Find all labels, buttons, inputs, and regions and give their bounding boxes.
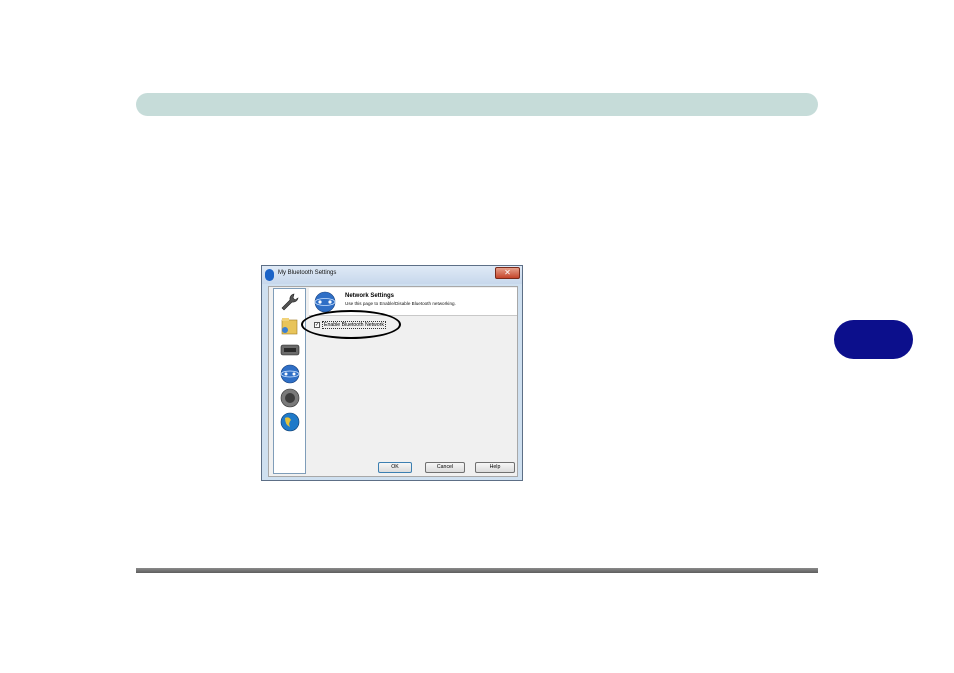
chapter-tab bbox=[834, 320, 913, 359]
bluetooth-settings-dialog: My Bluetooth Settings ✕ Network Settings… bbox=[261, 265, 523, 481]
close-button[interactable]: ✕ bbox=[495, 267, 520, 279]
dialog-title: My Bluetooth Settings bbox=[278, 270, 337, 276]
wrench-icon[interactable] bbox=[279, 292, 301, 312]
cancel-button[interactable]: Cancel bbox=[425, 462, 465, 473]
network-globe-icon[interactable] bbox=[279, 364, 301, 384]
ok-button[interactable]: OK bbox=[378, 462, 412, 473]
page-header-bar bbox=[136, 93, 818, 116]
panel-title: Network Settings bbox=[345, 293, 395, 299]
speaker-icon[interactable] bbox=[279, 388, 301, 408]
page-footer-rule bbox=[136, 568, 818, 573]
bluetooth-icon bbox=[265, 269, 274, 281]
dialog-titlebar: My Bluetooth Settings ✕ bbox=[262, 266, 522, 284]
panel-description: Use this page to Enable/Disable Bluetoot… bbox=[345, 301, 456, 306]
globe-icon[interactable] bbox=[279, 412, 301, 432]
network-globe-icon bbox=[314, 291, 336, 313]
annotation-oval bbox=[301, 310, 401, 339]
settings-nav-panel bbox=[273, 288, 306, 474]
help-button[interactable]: Help bbox=[475, 462, 515, 473]
dialog-body: Network Settings Use this page to Enable… bbox=[268, 286, 518, 477]
serial-port-icon[interactable] bbox=[279, 340, 301, 360]
folder-share-icon[interactable] bbox=[279, 316, 301, 336]
